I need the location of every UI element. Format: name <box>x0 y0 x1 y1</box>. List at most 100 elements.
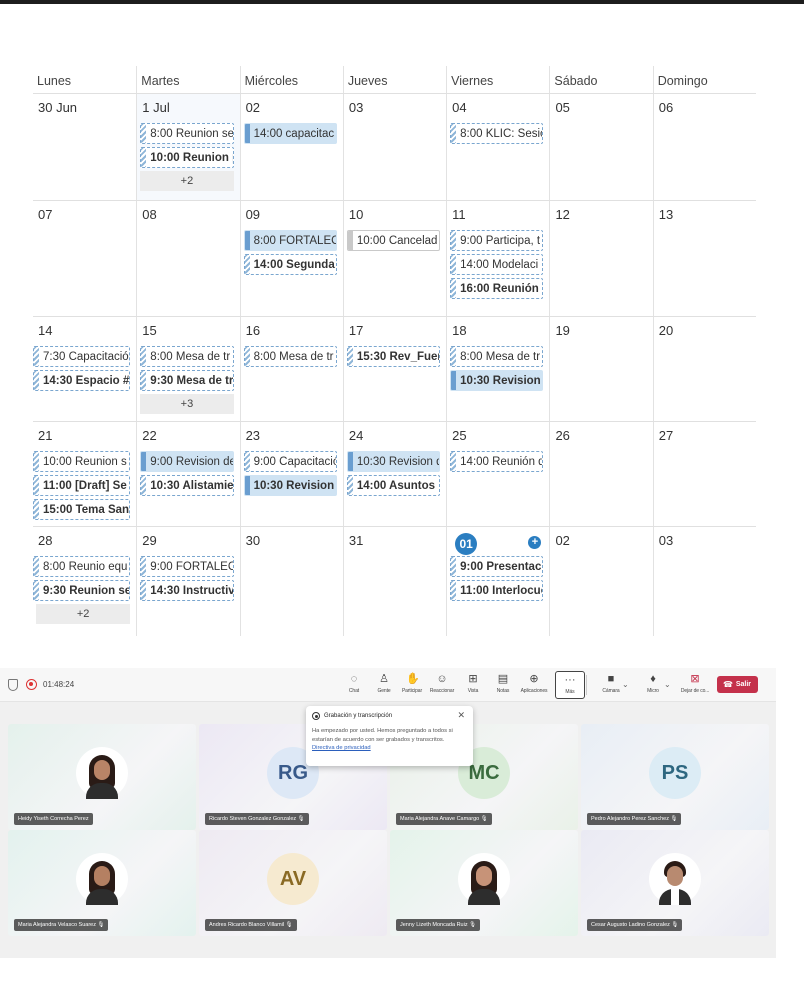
calendar-event[interactable]: 16:00 Reunión p <box>450 278 544 299</box>
calendar-day[interactable]: 22 9:00 Revision de 10:30 Alistamie <box>136 422 239 526</box>
calendar-day[interactable]: 25 14:00 Reunión d <box>446 422 549 526</box>
calendar-day[interactable]: 1 Jul 8:00 Reunion se 10:00 Reunion p +2 <box>136 94 240 200</box>
privacy-link[interactable]: Directiva de privacidad <box>312 745 371 751</box>
calendar-event[interactable]: 15:30 Rev_Fuen <box>346 346 441 367</box>
calendar-event[interactable]: 8:00 Reunion se <box>140 123 234 144</box>
calendar-event[interactable]: 10:00 Cancelad <box>346 230 441 251</box>
calendar-day[interactable]: 03 <box>652 527 756 636</box>
calendar-day[interactable]: 10 10:00 Cancelad <box>342 201 446 316</box>
calendar-day[interactable]: 12 <box>549 201 652 316</box>
calendar-day[interactable]: 29 9:00 FORTALECI 14:30 Instructiv <box>136 527 239 636</box>
calendar-day[interactable]: 24 10:30 Revision d 14:00 Asuntos F <box>342 422 446 526</box>
calendar-event[interactable]: 14:00 Segunda <box>243 254 337 275</box>
calendar-day[interactable]: 27 <box>652 422 756 526</box>
more-events-link[interactable]: +3 <box>140 394 234 414</box>
calendar-event[interactable]: 14:00 Asuntos F <box>346 475 441 496</box>
calendar-day[interactable]: 21 10:00 Reunion s 11:00 [Draft] Se 15:00 T… <box>33 422 136 526</box>
participant-tile[interactable]: Heidy Yiseth Correcha Perez <box>8 724 196 830</box>
calendar-event[interactable]: 10:30 Revision d <box>450 370 544 391</box>
calendar-event[interactable]: 9:30 Mesa de tr <box>140 370 234 391</box>
day-number: 11 <box>452 207 466 222</box>
participant-name: Jenny Lizeth Moncada Ruiz 🎙 <box>396 919 481 931</box>
calendar-event[interactable]: 10:30 Alistamie <box>140 475 234 496</box>
calendar-event[interactable]: 11:00 [Draft] Se <box>33 475 131 496</box>
calendar-day[interactable]: 30 Jun <box>33 94 136 200</box>
calendar-day[interactable]: 17 15:30 Rev_Fuen <box>342 317 446 421</box>
calendar-event[interactable]: 14:30 Instructiv <box>140 580 234 601</box>
calendar-day[interactable]: 02 14:00 capacitac <box>239 94 343 200</box>
react-button[interactable]: ☺ Reaccionar <box>427 671 457 699</box>
people-button[interactable]: ♙ Gente <box>369 671 399 699</box>
calendar-event[interactable]: 9:00 Capacitació <box>243 451 337 472</box>
participant-tile[interactable]: AV Andres Ricardo Blanco Villamil 🎙 <box>199 830 387 936</box>
calendar-day[interactable]: 30 <box>239 527 343 636</box>
raise-hand-button[interactable]: ✋ Participar <box>397 671 427 699</box>
calendar-event[interactable]: 10:00 Reunion p <box>140 147 234 168</box>
calendar-event[interactable]: 11:00 Interlocuc <box>450 580 544 601</box>
chat-button[interactable]: ◌ Chat <box>339 671 369 699</box>
calendar-event[interactable]: 7:30 Capacitació <box>33 346 131 367</box>
calendar-day[interactable]: 31 <box>342 527 446 636</box>
calendar-event[interactable]: 9:00 Revision de <box>140 451 234 472</box>
calendar-day[interactable]: 26 <box>549 422 652 526</box>
apps-icon: ⊕ <box>529 673 539 685</box>
calendar-event[interactable]: 9:00 Participa, t <box>450 230 544 251</box>
calendar-event[interactable]: 8:00 Mesa de tr <box>243 346 337 367</box>
calendar-day[interactable]: 07 <box>33 201 136 316</box>
calendar-day[interactable]: 01 +9:00 Presentació 11:00 Interlocuc <box>446 527 549 636</box>
apps-button[interactable]: ⊕ Aplicaciones <box>519 671 549 699</box>
calendar-day[interactable]: 20 <box>652 317 756 421</box>
calendar-event[interactable]: 14:00 Reunión d <box>450 451 544 472</box>
calendar-day[interactable]: 16 8:00 Mesa de tr <box>239 317 343 421</box>
more-button[interactable]: ··· Más <box>555 671 585 699</box>
calendar-day[interactable]: 05 <box>549 94 652 200</box>
more-events-link[interactable]: +2 <box>140 171 234 191</box>
chevron-down-icon[interactable]: ⌄ <box>622 680 629 689</box>
calendar-event[interactable]: 8:00 Mesa de tr <box>140 346 234 367</box>
calendar-day[interactable]: 13 <box>652 201 756 316</box>
chevron-down-icon[interactable]: ⌄ <box>664 680 671 689</box>
calendar-event[interactable]: 9:30 Reunion se <box>33 580 131 601</box>
calendar-event[interactable]: 14:00 Modelaci <box>450 254 544 275</box>
calendar-day[interactable]: 18 8:00 Mesa de tr 10:30 Revision d <box>446 317 549 421</box>
calendar-day[interactable]: 19 <box>549 317 652 421</box>
calendar-day[interactable]: 08 <box>136 201 239 316</box>
calendar-day[interactable]: 23 9:00 Capacitació 10:30 Revision d <box>239 422 343 526</box>
calendar-event[interactable]: 9:00 FORTALECI <box>140 556 234 577</box>
calendar-event[interactable]: 14:00 capacitac <box>243 123 337 144</box>
participant-tile[interactable]: Maria Alejandra Velasco Suarez 🎙 <box>8 830 196 936</box>
calendar-event[interactable]: 14:30 Espacio # <box>33 370 131 391</box>
day-number: 31 <box>348 533 364 548</box>
calendar-event[interactable]: 10:30 Revision d <box>346 451 441 472</box>
participant-tile[interactable]: PS Pedro Alejandro Perez Sanchez 🎙 <box>581 724 769 830</box>
participant-tile[interactable]: Jenny Lizeth Moncada Ruiz 🎙 <box>390 830 578 936</box>
calendar-event[interactable]: 8:00 Reunio equ <box>33 556 131 577</box>
calendar-day[interactable]: 09 8:00 FORTALECI 14:00 Segunda <box>239 201 343 316</box>
close-icon[interactable]: ✕ <box>457 710 465 721</box>
calendar-day[interactable]: 04 8:00 KLIC: Sesió <box>446 94 549 200</box>
notes-button[interactable]: ▤ Notas <box>488 671 518 699</box>
leave-button[interactable]: ☎ Salir <box>717 676 758 693</box>
calendar-event[interactable]: 15:00 Tema San <box>33 499 131 520</box>
calendar-day[interactable]: 15 8:00 Mesa de tr 9:30 Mesa de tr +3 <box>136 317 239 421</box>
stop-share-button[interactable]: ⊠ Dejar de co... <box>676 671 714 699</box>
more-icon: ··· <box>564 674 576 686</box>
calendar-event[interactable]: 8:00 FORTALECI <box>243 230 337 251</box>
popup-title: Grabación y transcripción <box>324 713 393 719</box>
calendar-event[interactable]: 8:00 KLIC: Sesió <box>450 123 544 144</box>
calendar-event[interactable]: 10:30 Revision d <box>243 475 337 496</box>
calendar-day[interactable]: 03 <box>342 94 446 200</box>
more-events-link[interactable]: +2 <box>36 604 131 624</box>
calendar-event[interactable]: 10:00 Reunion s <box>33 451 131 472</box>
participant-tile[interactable]: Cesar Augusto Ladino Gonzalez 🎙 <box>581 830 769 936</box>
calendar-day[interactable]: 11 9:00 Participa, t 14:00 Modelaci 16:00 R… <box>446 201 549 316</box>
recording-notice-popup: Grabación y transcripción ✕ Ha empezado … <box>306 706 473 766</box>
calendar-day[interactable]: 06 <box>652 94 756 200</box>
calendar-event[interactable]: 8:00 Mesa de tr <box>450 346 544 367</box>
calendar-event[interactable]: 9:00 Presentació <box>450 556 544 577</box>
calendar-day[interactable]: 02 <box>549 527 652 636</box>
calendar-day[interactable]: 14 7:30 Capacitació 14:30 Espacio # <box>33 317 136 421</box>
calendar-day[interactable]: 28 8:00 Reunio equ 9:30 Reunion se +2 <box>33 527 136 636</box>
view-button[interactable]: ⊞ Vista <box>458 671 488 699</box>
view-icon: ⊞ <box>468 673 478 685</box>
